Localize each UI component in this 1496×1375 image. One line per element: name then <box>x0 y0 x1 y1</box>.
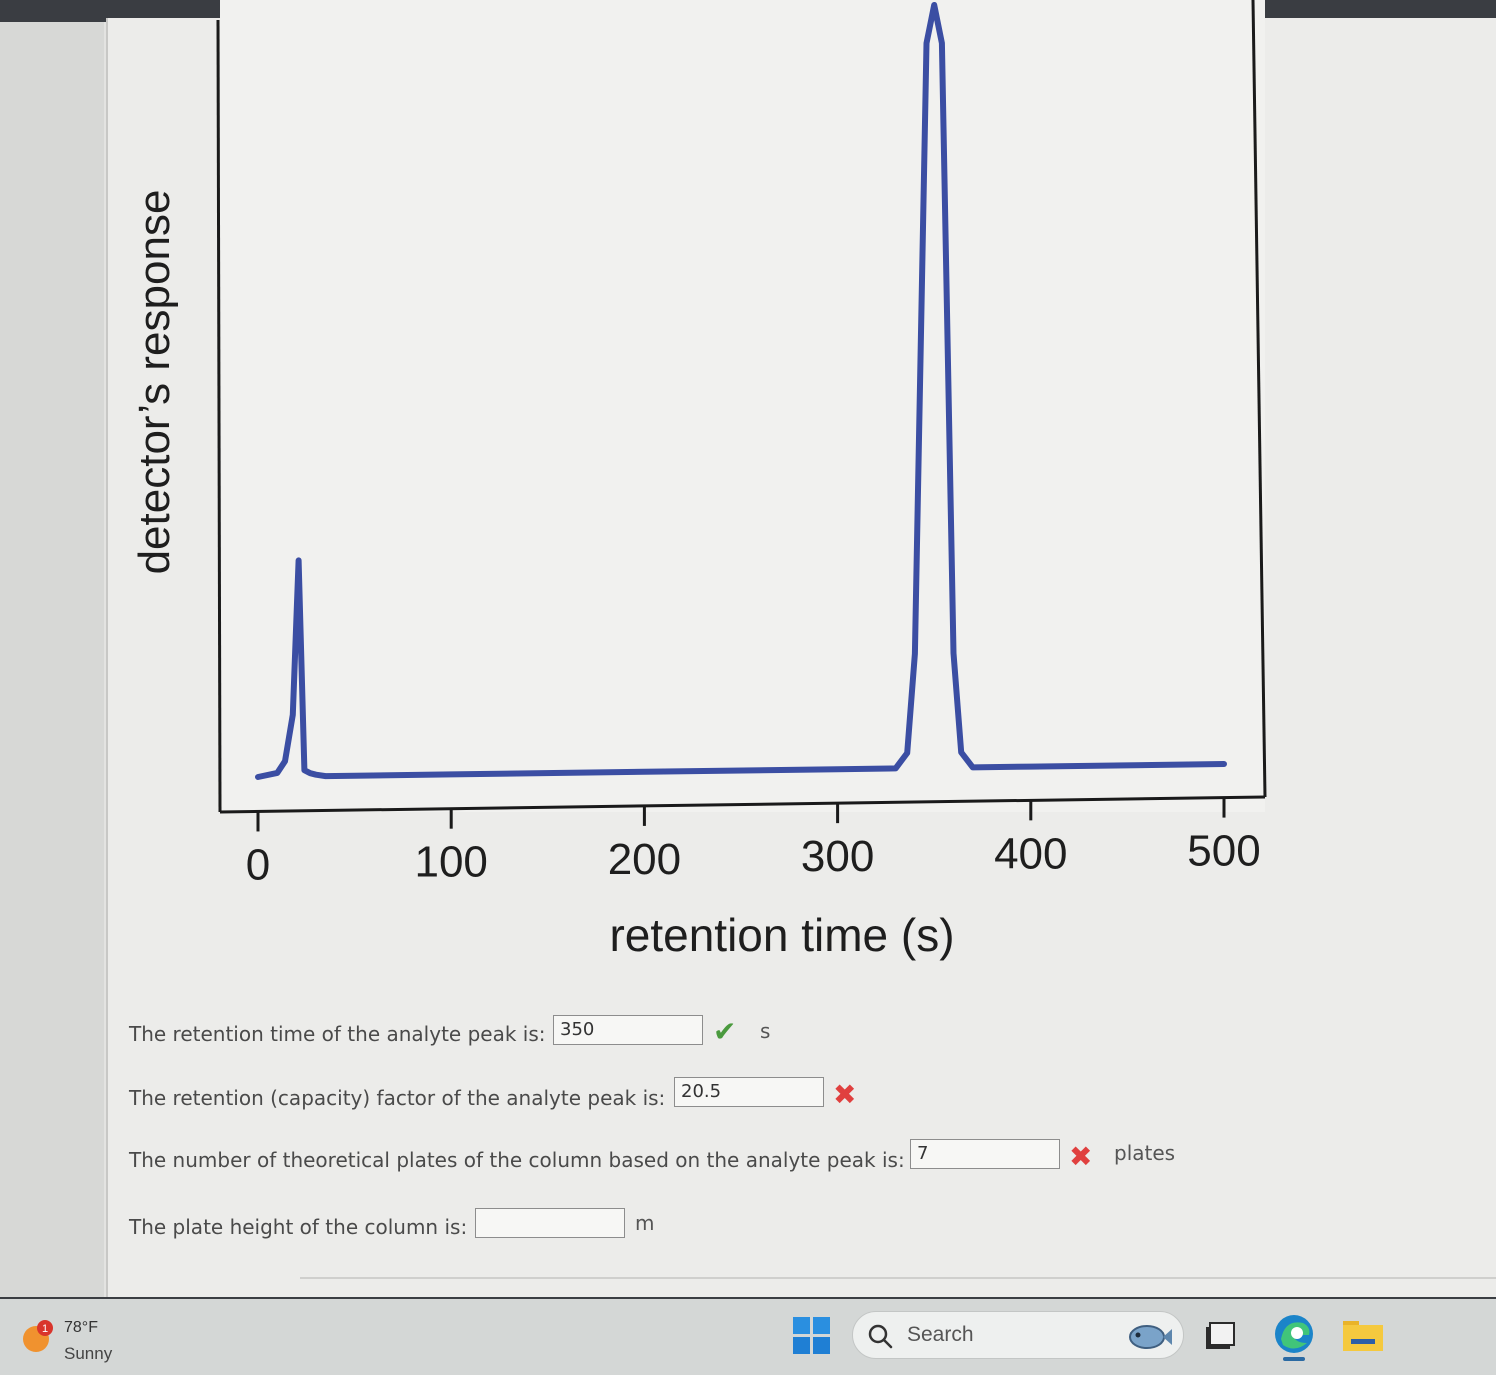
x-axis-label: retention time (s) <box>609 909 955 961</box>
x-tick-label: 0 <box>246 840 270 889</box>
windows-start-icon[interactable] <box>793 1317 830 1354</box>
fish-widget-icon[interactable] <box>1125 1316 1173 1356</box>
file-explorer-icon[interactable] <box>1343 1317 1383 1353</box>
retention-time-unit: s <box>760 1019 771 1043</box>
correct-check-icon: ✔ <box>713 1015 737 1048</box>
theoretical-plates-unit: plates <box>1114 1141 1176 1165</box>
edge-browser-icon[interactable] <box>1273 1313 1315 1355</box>
weather-condition[interactable]: Sunny <box>64 1344 112 1364</box>
y-axis-line <box>216 19 222 813</box>
incorrect-cross-icon: ✖ <box>1069 1140 1093 1173</box>
x-tick-label: 300 <box>801 832 874 881</box>
capacity-factor-input[interactable]: 20.5 <box>674 1077 824 1107</box>
plot-area <box>220 0 1265 812</box>
theoretical-plates-input[interactable]: 7 <box>910 1139 1060 1169</box>
retention-time-input[interactable]: 350 <box>553 1015 703 1045</box>
y-axis-label: detector’s response <box>130 189 179 575</box>
active-app-indicator <box>1283 1357 1305 1361</box>
x-tick-label: 400 <box>994 829 1067 878</box>
question-retention-time-label: The retention time of the analyte peak i… <box>129 1022 546 1046</box>
panel-divider <box>300 1277 1496 1279</box>
search-icon <box>867 1323 893 1349</box>
plate-height-input[interactable] <box>475 1208 625 1238</box>
x-tick-label: 200 <box>608 835 681 884</box>
weather-temperature[interactable]: 78°F <box>64 1319 98 1337</box>
chromatogram-chart: 0 100 200 300 400 500 <box>216 0 1267 889</box>
task-view-icon[interactable] <box>1204 1321 1238 1351</box>
taskbar-search-box[interactable]: Search <box>852 1311 1184 1359</box>
x-tick-label: 500 <box>1187 827 1260 876</box>
incorrect-cross-icon: ✖ <box>833 1078 857 1111</box>
question-capacity-factor-label: The retention (capacity) factor of the a… <box>129 1086 666 1110</box>
windows-taskbar: 1 78°F Sunny Search <box>0 1297 1496 1375</box>
weather-notification-badge: 1 <box>42 1323 48 1335</box>
search-placeholder: Search <box>907 1323 974 1346</box>
question-theoretical-plates-label: The number of theoretical plates of the … <box>129 1148 905 1172</box>
plate-height-unit: m <box>635 1211 655 1235</box>
weather-icon[interactable]: 1 <box>20 1319 54 1353</box>
question-plate-height-label: The plate height of the column is: <box>129 1215 468 1239</box>
x-tick-label: 100 <box>414 838 487 887</box>
